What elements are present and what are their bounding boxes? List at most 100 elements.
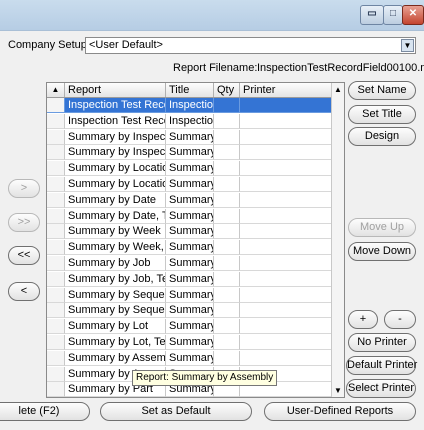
report-cell[interactable]: Summary by Location, [65,177,166,192]
remove-button[interactable]: < [8,282,40,301]
table-row[interactable]: Inspection Test RecordInspection [47,98,334,113]
qty-cell[interactable] [214,113,240,129]
title-cell[interactable]: Summary by [166,129,214,145]
qty-cell[interactable] [214,161,240,177]
move-down-button[interactable]: Move Down [348,242,416,261]
qty-cell[interactable] [214,335,240,350]
report-cell[interactable]: Summary by Location [65,161,166,177]
company-setup-combo[interactable]: <User Default> ▼ [85,37,416,54]
row-indicator[interactable] [47,335,65,350]
qty-cell[interactable] [214,350,240,366]
row-indicator[interactable] [47,192,65,208]
printer-cell[interactable] [240,350,334,366]
set-name-button[interactable]: Set Name [348,81,416,100]
printer-cell[interactable] [240,335,334,350]
move-up-button[interactable]: Move Up [348,218,416,237]
report-cell[interactable]: Summary by Sequence [65,287,166,303]
table-row[interactable]: Summary by LocationSummary by [47,161,334,177]
table-row[interactable]: Summary by DateSummary by [47,192,334,208]
title-cell[interactable]: Summary by [166,335,214,350]
row-indicator[interactable] [47,319,65,335]
table-row[interactable]: Summary by AssemblySummary by [47,350,334,366]
printer-cell[interactable] [240,113,334,129]
title-cell[interactable]: Summary by [166,177,214,192]
column-header-qty[interactable]: Qty [214,83,240,97]
set-title-button[interactable]: Set Title [348,105,416,124]
table-row[interactable]: Summary by InspectorSummary by [47,129,334,145]
title-cell[interactable]: Summary by [166,350,214,366]
printer-cell[interactable] [240,271,334,287]
report-cell[interactable]: Summary by Sequence [65,303,166,319]
report-cell[interactable]: Summary by Week [65,224,166,240]
close-button[interactable]: ✕ [402,5,424,25]
report-cell[interactable]: Summary by Lot [65,319,166,335]
scroll-down-icon[interactable]: ▼ [332,384,344,397]
printer-cell[interactable] [240,98,334,113]
title-cell[interactable]: Summary by [166,256,214,271]
qty-cell[interactable] [214,256,240,271]
qty-cell[interactable] [214,98,240,113]
row-indicator[interactable] [47,98,65,113]
table-row[interactable]: Summary by SequenceSummary by [47,287,334,303]
table-row[interactable]: Summary by Lot, TestSummary by [47,335,334,350]
title-cell[interactable]: Inspection [166,113,214,129]
qty-cell[interactable] [214,224,240,240]
row-indicator[interactable] [47,240,65,256]
qty-cell[interactable] [214,287,240,303]
row-indicator[interactable] [47,129,65,145]
report-cell[interactable]: Inspection Test Record [65,98,166,113]
printer-cell[interactable] [240,287,334,303]
row-indicator[interactable] [47,113,65,129]
default-printer-button[interactable]: Default Printer [346,356,417,375]
scroll-up-icon[interactable]: ▲ [332,83,344,96]
row-indicator[interactable] [47,161,65,177]
qty-cell[interactable] [214,303,240,319]
report-cell[interactable]: Summary by Inspector [65,129,166,145]
design-button[interactable]: Design [348,127,416,146]
printer-cell[interactable] [240,192,334,208]
report-cell[interactable]: Summary by Lot, Test [65,335,166,350]
title-cell[interactable]: Inspection [166,98,214,113]
table-row[interactable]: Summary by Date, TestSummary by [47,208,334,224]
qty-cell[interactable] [214,271,240,287]
title-cell[interactable]: Summary by [166,224,214,240]
printer-cell[interactable] [240,177,334,192]
table-row[interactable]: Summary by Location,Summary by [47,177,334,192]
report-cell[interactable]: Summary by Week, Test [65,240,166,256]
remove-all-button[interactable]: << [8,246,40,265]
plus-button[interactable]: + [348,310,378,329]
sort-icon[interactable]: ▲ [47,83,65,97]
row-indicator[interactable] [47,287,65,303]
report-cell[interactable]: Summary by Date [65,192,166,208]
maximize-button[interactable]: □ [383,5,403,25]
title-cell[interactable]: Summary by [166,319,214,335]
qty-cell[interactable] [214,129,240,145]
qty-cell[interactable] [214,319,240,335]
table-row[interactable]: Inspection Test RecordInspection [47,113,334,129]
row-indicator[interactable] [47,271,65,287]
table-row[interactable]: Summary by LotSummary by [47,319,334,335]
printer-cell[interactable] [240,224,334,240]
report-cell[interactable]: Summary by Inspector [65,145,166,161]
printer-cell[interactable] [240,303,334,319]
row-indicator[interactable] [47,350,65,366]
printer-cell[interactable] [240,129,334,145]
vertical-scrollbar[interactable]: ▲ ▼ [331,83,344,397]
report-cell[interactable]: Summary by Assembly [65,350,166,366]
user-defined-reports-button[interactable]: User-Defined Reports [264,402,416,421]
row-indicator[interactable] [47,177,65,192]
qty-cell[interactable] [214,177,240,192]
printer-cell[interactable] [240,319,334,335]
printer-cell[interactable] [240,161,334,177]
title-cell[interactable]: Summary by [166,161,214,177]
printer-cell[interactable] [240,145,334,161]
table-row[interactable]: Summary by JobSummary by [47,256,334,271]
table-row[interactable]: Summary by Week, TestSummary by [47,240,334,256]
minimize-button[interactable]: ▭ [360,5,384,25]
row-indicator[interactable] [47,224,65,240]
set-as-default-button[interactable]: Set as Default [100,402,252,421]
report-grid[interactable]: ▲ Report Title Qty Printer Inspection Te… [46,82,345,398]
row-indicator[interactable] [47,366,65,382]
title-cell[interactable]: Summary by [166,145,214,161]
minus-button[interactable]: - [384,310,416,329]
